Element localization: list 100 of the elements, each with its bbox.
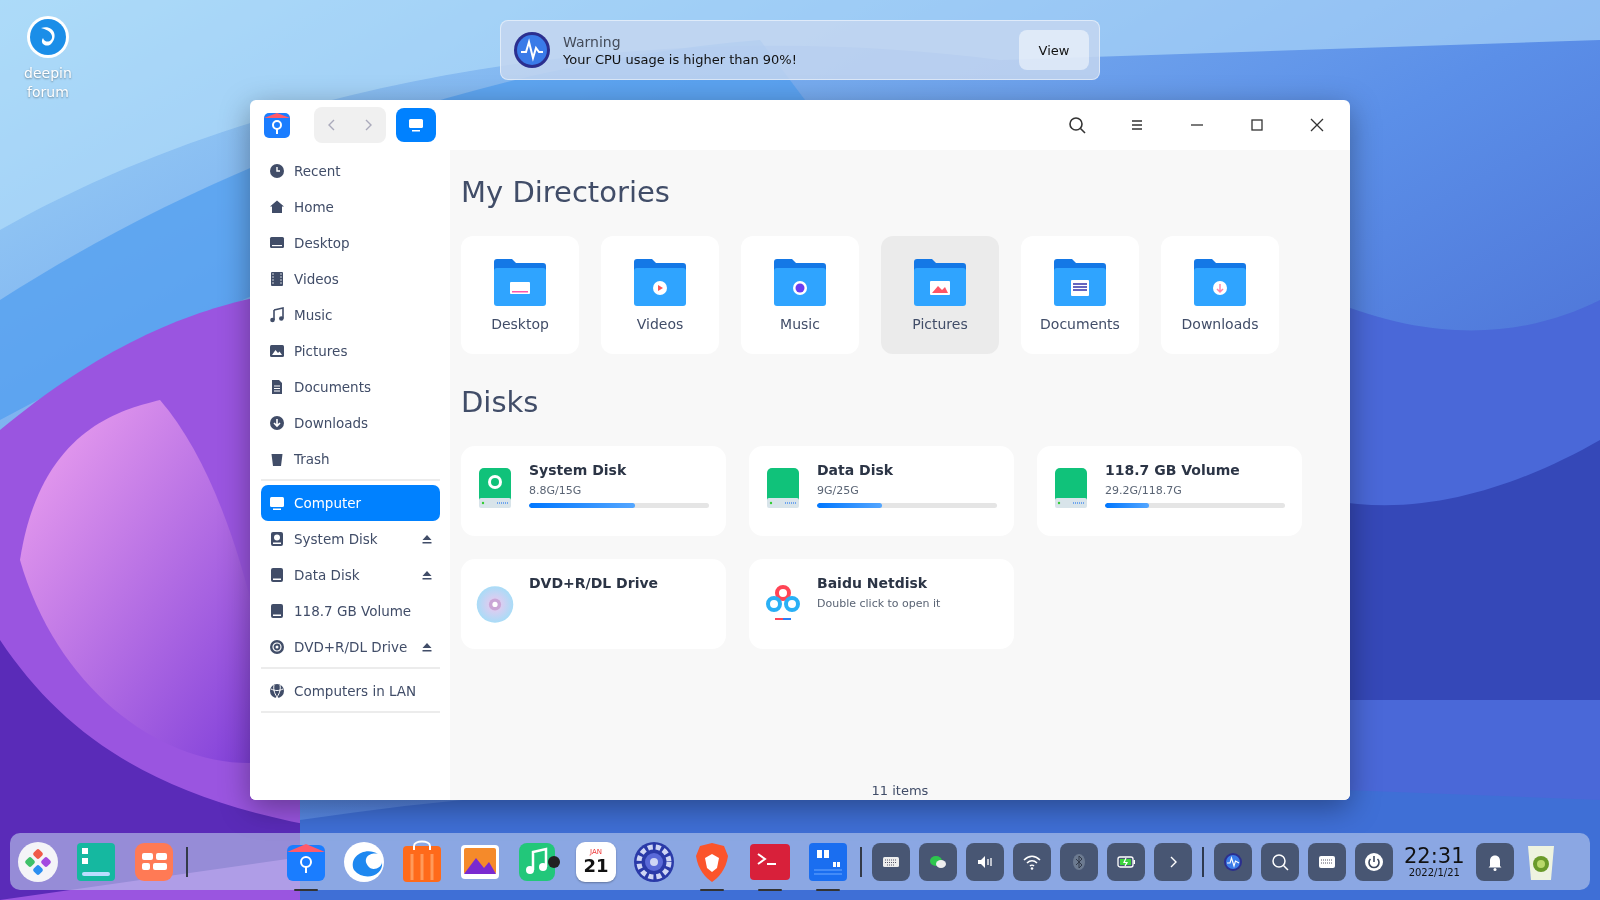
document-icon: [269, 379, 285, 395]
folder-icon: [912, 258, 968, 308]
sidebar-item[interactable]: 118.7 GB Volume: [261, 593, 440, 629]
disk-name: System Disk: [529, 462, 628, 478]
folder-label: Pictures: [912, 316, 968, 332]
disc-icon: [269, 639, 285, 655]
sidebar-item[interactable]: Desktop: [261, 225, 440, 261]
keyboard-button[interactable]: [1308, 842, 1346, 881]
disk-name: 118.7 GB Volume: [1105, 462, 1241, 478]
folder-tile[interactable]: Documents: [1021, 236, 1139, 354]
eject-icon[interactable]: [422, 570, 432, 580]
minimize-icon: [1191, 124, 1203, 126]
folder-icon: [632, 258, 688, 308]
home-icon: [269, 199, 285, 215]
sidebar-item-label: DVD+R/DL Drive: [294, 639, 409, 655]
folder-icon: [1052, 258, 1108, 308]
expand-button[interactable]: [1154, 842, 1192, 881]
sidebar-item[interactable]: System Disk: [261, 521, 440, 557]
maximize-icon: [1248, 116, 1266, 134]
disk-card[interactable]: System Disk 8.8G/15G: [461, 446, 726, 536]
bluetooth-button[interactable]: [1060, 842, 1098, 881]
view-button[interactable]: View: [1019, 30, 1089, 70]
image-icon: [269, 343, 285, 359]
sidebar-item-label: System Disk: [294, 531, 379, 547]
folder-icon: [772, 258, 828, 308]
folder-icon: [492, 258, 548, 308]
close-icon: [1308, 116, 1326, 134]
sidebar-item-label: 118.7 GB Volume: [294, 603, 413, 619]
item-count: 11 items: [871, 783, 929, 798]
folder-tile[interactable]: Videos: [601, 236, 719, 354]
sidebar-item[interactable]: Data Disk: [261, 557, 440, 593]
sidebar-item[interactable]: Videos: [261, 261, 440, 297]
sidebar-item[interactable]: DVD+R/DL Drive: [261, 629, 440, 665]
launcher-icon[interactable]: [16, 839, 60, 884]
disk-card[interactable]: 118.7 GB Volume 29.2G/118.7G: [1037, 446, 1302, 536]
folder-tile[interactable]: Music: [741, 236, 859, 354]
sidebar-item[interactable]: Downloads: [261, 405, 440, 441]
section-heading: My Directories: [461, 174, 671, 210]
film-icon: [269, 271, 285, 287]
swirl-icon[interactable]: [342, 839, 386, 884]
folder-tile[interactable]: Pictures: [881, 236, 999, 354]
sidebar-item[interactable]: Home: [261, 189, 440, 225]
shopping-bag-icon[interactable]: [400, 839, 444, 884]
folder-logo-icon: [262, 110, 292, 140]
download-icon: [269, 415, 285, 431]
disk-usage: 29.2G/118.7G: [1105, 484, 1183, 497]
notification-message: Your CPU usage is higher than 90%!: [563, 51, 798, 67]
eject-icon[interactable]: [422, 534, 432, 544]
battery-button[interactable]: [1107, 842, 1145, 881]
section-heading: Disks: [461, 384, 540, 420]
sidebar-item[interactable]: Recent: [261, 153, 440, 189]
clock-date[interactable]: 2022/1/21: [1408, 867, 1460, 878]
gear-icon[interactable]: [632, 839, 676, 884]
sidebar-item-label: Desktop: [294, 235, 351, 251]
sidebar-item-label: Music: [294, 307, 334, 323]
sidebar-item-label: Downloads: [294, 415, 370, 431]
disk-card[interactable]: Baidu Netdisk Double click to open it: [749, 559, 1014, 649]
sidebar-item-label: Trash: [294, 451, 331, 467]
notification-title: Warning: [563, 33, 622, 50]
sidebar-item[interactable]: Documents: [261, 369, 440, 405]
folder-label: Documents: [1040, 316, 1120, 332]
power-icon: [1364, 851, 1384, 872]
keyboard-button[interactable]: [872, 842, 910, 881]
clock-time[interactable]: 22:31: [1404, 845, 1465, 867]
sidebar-item-label: Pictures: [294, 343, 349, 359]
sidebar-item[interactable]: Trash: [261, 441, 440, 477]
search-icon: [1068, 116, 1086, 134]
clock-icon: [269, 163, 285, 179]
sidebar-item-label: Computers in LAN: [294, 683, 418, 699]
disk-usage: 8.8G/15G: [529, 484, 583, 497]
volume-button[interactable]: [966, 842, 1004, 881]
pulse-icon: [1223, 851, 1243, 872]
wifi-button[interactable]: [1013, 842, 1051, 881]
search-button[interactable]: [1261, 842, 1299, 881]
sidebar-item-label: Videos: [294, 271, 340, 287]
folder-tile[interactable]: Downloads: [1161, 236, 1279, 354]
power-button[interactable]: [1355, 842, 1393, 881]
sidebar-item[interactable]: Computer: [261, 485, 440, 521]
disk-card[interactable]: DVD+R/DL Drive: [461, 559, 726, 649]
folder-tile[interactable]: Desktop: [461, 236, 579, 354]
calendar-day: 21: [583, 856, 609, 875]
sidebar-item-label: Computer: [294, 495, 363, 511]
globe-icon: [269, 683, 285, 699]
disk-card[interactable]: Data Disk 9G/25G: [749, 446, 1014, 536]
trash-icon: [269, 451, 285, 467]
sidebar-item[interactable]: Computers in LAN: [261, 673, 440, 709]
eject-icon[interactable]: [422, 642, 432, 652]
chat-button[interactable]: [919, 842, 957, 881]
sidebar-item[interactable]: Music: [261, 297, 440, 333]
computer-view-button[interactable]: [396, 108, 436, 142]
folder-label: Desktop: [491, 316, 549, 332]
disk-name: Data Disk: [817, 462, 895, 478]
sidebar-item[interactable]: Pictures: [261, 333, 440, 369]
monitor-button[interactable]: [1214, 842, 1252, 881]
sidebar-item-label: Recent: [294, 163, 342, 179]
disk-usage: 9G/25G: [817, 484, 860, 497]
pulse-icon: [513, 31, 551, 69]
search-icon: [1270, 851, 1290, 872]
swirl-logo-icon[interactable]: [25, 14, 71, 60]
folder-icon: [1192, 258, 1248, 308]
